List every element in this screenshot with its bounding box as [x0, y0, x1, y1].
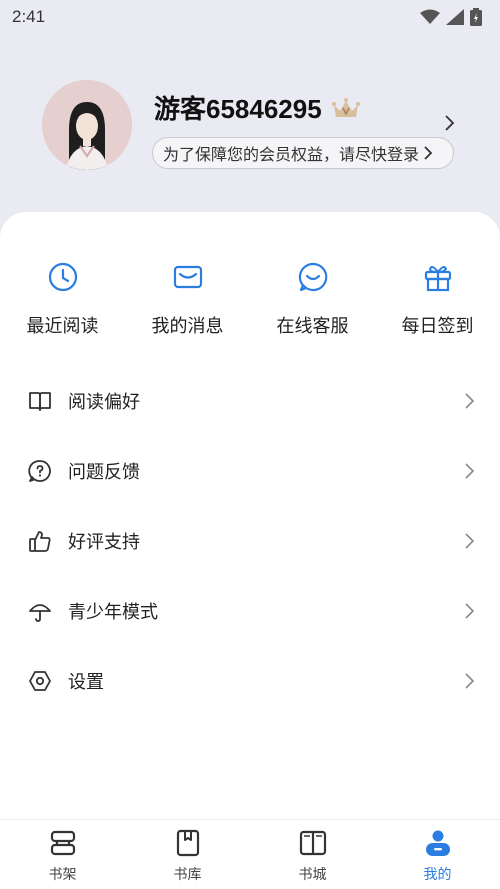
chevron-right-icon — [465, 463, 475, 479]
nav-tab-bookstore[interactable]: 书城 — [250, 820, 375, 889]
chat-smile-icon — [298, 262, 327, 292]
menu-item-label: 好评支持 — [68, 532, 140, 553]
quick-action-customer-service[interactable]: 在线客服 — [250, 260, 375, 350]
nav-tab-label: 书架 — [48, 867, 77, 883]
menu-item-reading-preference[interactable]: 阅读偏好 — [0, 366, 500, 436]
mail-icon — [173, 265, 202, 289]
question-bubble-icon — [28, 460, 51, 482]
nav-tab-library[interactable]: 书库 — [125, 820, 250, 889]
menu-item-label: 阅读偏好 — [68, 392, 140, 413]
wifi-icon — [420, 9, 440, 24]
book-open-icon — [29, 392, 51, 411]
nav-tab-mine[interactable]: 我的 — [375, 820, 500, 889]
chevron-right-icon — [424, 146, 433, 160]
battery-icon — [470, 8, 482, 26]
crown-icon — [331, 97, 360, 117]
book-library-icon — [176, 829, 199, 857]
login-hint-button[interactable]: 为了保障您的会员权益，请尽快登录 — [152, 137, 454, 169]
gift-icon — [424, 266, 451, 292]
menu-item-label: 青少年模式 — [68, 602, 158, 623]
menu-item-rate-support[interactable]: 好评支持 — [0, 506, 500, 576]
menu-item-feedback[interactable]: 问题反馈 — [0, 436, 500, 506]
quick-action-daily-checkin[interactable]: 每日签到 — [375, 260, 500, 350]
status-icons — [420, 8, 482, 26]
username-text: 游客65846295 — [154, 94, 322, 124]
quick-action-label: 在线客服 — [276, 316, 349, 337]
menu-item-settings[interactable]: 设置 — [0, 646, 500, 716]
quick-action-recent-reading[interactable]: 最近阅读 — [0, 260, 125, 350]
nav-tab-label: 我的 — [423, 867, 452, 883]
umbrella-icon — [29, 604, 51, 622]
menu-item-teen-mode[interactable]: 青少年模式 — [0, 576, 500, 646]
avatar[interactable] — [42, 80, 132, 170]
chevron-right-icon — [465, 393, 475, 409]
book-store-icon — [299, 830, 326, 856]
bookshelf-icon — [50, 830, 75, 856]
profile-header[interactable]: 游客65846295 为了保障您的会员权益，请尽快登录 — [0, 60, 500, 200]
bottom-nav: 书架 书库 书城 我的 — [0, 819, 500, 889]
quick-actions: 最近阅读 我的消息 在线客服 每日签到 — [0, 260, 500, 350]
thumbs-up-icon — [29, 531, 51, 552]
nav-tab-label: 书城 — [298, 867, 327, 883]
menu-item-label: 问题反馈 — [68, 462, 140, 483]
signal-icon — [446, 9, 464, 25]
quick-action-messages[interactable]: 我的消息 — [125, 260, 250, 350]
avatar-illustration — [42, 80, 132, 170]
clock-icon — [48, 262, 77, 292]
chevron-right-icon[interactable] — [444, 114, 456, 132]
username: 游客65846295 — [154, 89, 360, 126]
status-bar: 2:41 — [0, 0, 500, 34]
quick-action-label: 最近阅读 — [26, 316, 99, 337]
main-card: 最近阅读 我的消息 在线客服 每日签到 阅读偏好 问题反馈 好评支持 青少年模式… — [0, 212, 500, 832]
nav-tab-bookshelf[interactable]: 书架 — [0, 820, 125, 889]
quick-action-label: 我的消息 — [151, 316, 224, 337]
chevron-right-icon — [465, 533, 475, 549]
nav-tab-label: 书库 — [173, 867, 202, 883]
menu-item-label: 设置 — [68, 672, 104, 693]
chevron-right-icon — [465, 603, 475, 619]
settings-menu: 阅读偏好 问题反馈 好评支持 青少年模式 设置 — [0, 366, 500, 716]
quick-action-label: 每日签到 — [401, 316, 474, 337]
settings-hexagon-icon — [29, 671, 51, 691]
status-time: 2:41 — [12, 7, 46, 26]
profile-icon — [425, 830, 450, 856]
chevron-right-icon — [465, 673, 475, 689]
login-hint-text: 为了保障您的会员权益，请尽快登录 — [163, 145, 420, 164]
